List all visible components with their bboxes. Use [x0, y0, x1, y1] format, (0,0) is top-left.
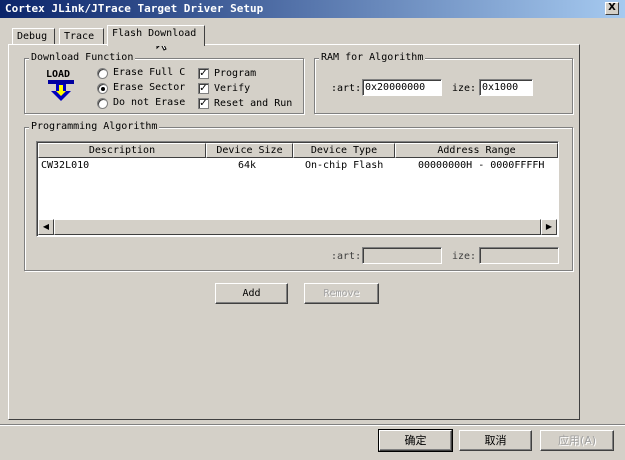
- ram-size-label: ize:: [452, 83, 477, 94]
- algo-start-label: :art:: [331, 251, 362, 262]
- erase-full-chip-label: Erase Full C: [113, 67, 186, 78]
- erase-sector-radio[interactable]: [97, 83, 108, 94]
- tab-trace[interactable]: Trace: [59, 28, 104, 45]
- tab-flash-download[interactable]: Flash Download: [107, 25, 205, 46]
- close-icon: X: [608, 2, 616, 13]
- row-device-type: On-chip Flash: [305, 160, 384, 171]
- column-header-label: Address Range: [437, 145, 516, 156]
- erase-sector-label: Erase Sector: [113, 82, 186, 93]
- ram-start-label: :art:: [331, 83, 362, 94]
- row-description: CW32L010: [41, 160, 90, 171]
- scroll-right-button[interactable]: ▶: [541, 219, 557, 235]
- ok-button[interactable]: 确定: [378, 429, 453, 452]
- column-header-device-size[interactable]: Device Size: [206, 143, 293, 158]
- algorithm-list[interactable]: Description Device Size Device Type Addr…: [36, 141, 559, 237]
- row-address-range: 00000000H - 0000FFFFH: [418, 160, 545, 171]
- check-icon: ✓: [199, 68, 208, 79]
- column-header-description[interactable]: Description: [38, 143, 206, 158]
- algo-start-input[interactable]: [362, 247, 442, 264]
- table-row[interactable]: CW32L010 64k On-chip Flash 00000000H - 0…: [38, 159, 557, 173]
- chevron-left-icon: ◀: [42, 222, 50, 231]
- ram-size-input[interactable]: 0x1000: [479, 79, 533, 96]
- column-header-label: Device Size: [216, 145, 283, 156]
- verify-checkbox[interactable]: ✓: [198, 83, 209, 94]
- apply-button[interactable]: 应用(A): [540, 430, 614, 451]
- do-not-erase-radio[interactable]: [97, 98, 108, 109]
- chevron-right-icon: ▶: [545, 222, 553, 231]
- bottom-separator: [0, 424, 625, 426]
- tab-trace-label: Trace: [64, 31, 95, 42]
- download-arrow-icon: [48, 80, 74, 101]
- window-title: Cortex JLink/JTrace Target Driver Setup: [5, 2, 264, 15]
- download-function-legend: Download Function: [29, 52, 136, 64]
- verify-label: Verify: [214, 83, 251, 94]
- tab-debug-label: Debug: [17, 31, 48, 42]
- horizontal-scrollbar[interactable]: ◀ ▶: [38, 219, 557, 235]
- reset-and-run-checkbox[interactable]: ✓: [198, 98, 209, 109]
- program-label: Program: [214, 68, 257, 79]
- do-not-erase-label: Do not Erase: [113, 97, 186, 108]
- column-header-device-type[interactable]: Device Type: [293, 143, 395, 158]
- remove-button[interactable]: Remove: [304, 283, 379, 304]
- scroll-left-button[interactable]: ◀: [38, 219, 54, 235]
- cancel-button[interactable]: 取消: [459, 430, 532, 451]
- row-device-size: 64k: [238, 160, 257, 171]
- algo-size-label: ize:: [452, 251, 477, 262]
- tab-debug[interactable]: Debug: [12, 28, 55, 45]
- window-title-bar: Cortex JLink/JTrace Target Driver Setup: [0, 0, 625, 18]
- check-icon: ✓: [199, 83, 208, 94]
- program-checkbox[interactable]: ✓: [198, 68, 209, 79]
- close-button[interactable]: X: [605, 2, 619, 15]
- reset-and-run-label: Reset and Run: [214, 98, 293, 109]
- column-header-address-range[interactable]: Address Range: [395, 143, 558, 158]
- column-header-label: Description: [88, 145, 156, 156]
- add-button[interactable]: Add: [215, 283, 288, 304]
- check-icon: ✓: [199, 98, 208, 109]
- column-header-label: Device Type: [310, 145, 378, 156]
- load-icon: LOAD: [44, 70, 80, 104]
- tab-flash-download-label: Flash Download: [112, 28, 197, 39]
- algo-size-input[interactable]: [479, 247, 559, 264]
- ram-for-algorithm-legend: RAM for Algorithm: [319, 52, 426, 64]
- programming-algorithm-legend: Programming Algorithm: [29, 121, 160, 133]
- scroll-thumb[interactable]: [54, 219, 541, 235]
- ram-start-input[interactable]: 0x20000000: [362, 79, 442, 96]
- erase-full-chip-radio[interactable]: [97, 68, 108, 79]
